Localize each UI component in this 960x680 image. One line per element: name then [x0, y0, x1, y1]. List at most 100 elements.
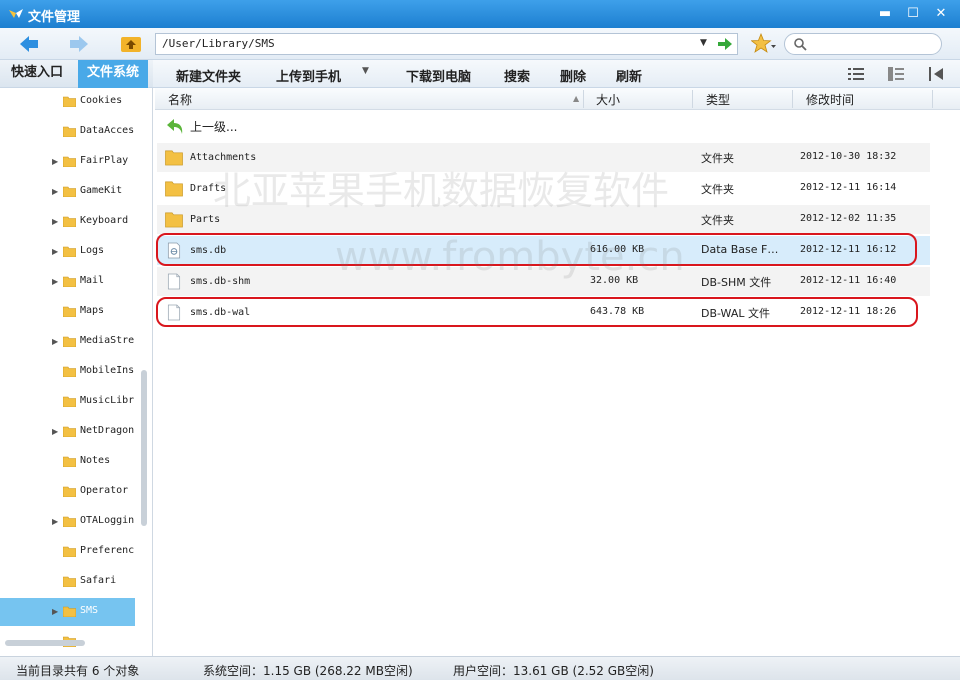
upload-dropdown-icon[interactable]: ▼ — [362, 66, 369, 76]
tree-item[interactable]: ▶ FairPlay — [0, 148, 135, 176]
tree-item[interactable]: Maps — [0, 298, 135, 326]
tree-item-label: NetDragon — [80, 425, 135, 436]
new-folder-button[interactable]: 新建文件夹 — [176, 66, 241, 85]
tree-item[interactable]: Preferenc — [0, 538, 135, 566]
path-input[interactable]: /User/Library/SMS ▼ — [155, 33, 738, 55]
tree-item[interactable]: ▶ MediaStre — [0, 328, 135, 356]
folder-icon — [63, 216, 76, 227]
favorite-star-icon[interactable] — [751, 33, 777, 55]
column-separator[interactable] — [792, 90, 793, 108]
file-type: 文件夹 — [701, 183, 734, 196]
tree-horizontal-scrollbar[interactable] — [5, 640, 85, 646]
maximize-button[interactable]: ☐ — [904, 5, 922, 23]
file-type: Data Base F… — [701, 243, 779, 256]
tree-item[interactable]: DataAcces — [0, 118, 135, 146]
column-type[interactable]: 类型 — [706, 91, 730, 108]
file-name: sms.db-wal — [190, 307, 251, 318]
tree-item-label: FairPlay — [80, 155, 129, 166]
delete-button[interactable]: 删除 — [560, 66, 586, 85]
tree-item[interactable]: ▶ GameKit — [0, 178, 135, 206]
search-input[interactable] — [784, 33, 942, 55]
tree-item[interactable]: MobileIns — [0, 358, 135, 386]
file-list: 上一级... Attachments 文件夹 2012-10-30 18:32 Dra… — [155, 110, 960, 656]
file-row[interactable]: Drafts 文件夹 2012-12-11 16:14 — [157, 174, 930, 203]
list-view-icon[interactable] — [847, 66, 865, 82]
tree-scrollbar[interactable] — [141, 370, 147, 526]
tree-item-label: MobileIns — [80, 365, 135, 376]
object-count: 当前目录共有 6 个对象 — [16, 664, 140, 678]
up-level-label: 上一级... — [190, 120, 238, 134]
folder-icon — [63, 546, 76, 557]
home-up-icon[interactable] — [120, 34, 142, 54]
tree-item-label: MediaStre — [80, 335, 135, 346]
up-level-row[interactable]: 上一级... — [155, 112, 930, 138]
minimize-button[interactable]: ▬ — [876, 5, 894, 23]
refresh-button[interactable]: 刷新 — [616, 66, 642, 85]
folder-icon — [63, 96, 76, 107]
file-name: Attachments — [190, 152, 257, 163]
folder-icon — [63, 306, 76, 317]
back-arrow-icon[interactable] — [18, 34, 40, 54]
tree-item[interactable]: ▶ Mail — [0, 268, 135, 296]
expand-arrow-icon[interactable]: ▶ — [52, 187, 58, 196]
tree-item[interactable]: ▶ Logs — [0, 238, 135, 266]
file-size: 643.78 KB — [590, 306, 645, 317]
file-row[interactable]: sms.db 616.00 KB Data Base F… 2012-12-11 16… — [157, 236, 930, 265]
column-modified[interactable]: 修改时间 — [806, 91, 854, 108]
path-text: /User/Library/SMS — [162, 37, 275, 50]
tree-item-label: OTALoggin — [80, 515, 135, 526]
download-to-pc-button[interactable]: 下载到电脑 — [406, 66, 471, 85]
tree-item[interactable]: ▶ Keyboard — [0, 208, 135, 236]
tree-item[interactable]: Notes — [0, 448, 135, 476]
expand-arrow-icon[interactable]: ▶ — [52, 427, 58, 436]
status-bar: 当前目录共有 6 个对象 系统空间：1.15 GB (268.22 MB空闲) … — [0, 656, 960, 680]
file-modified: 2012-12-11 18:26 — [800, 306, 897, 317]
column-separator[interactable] — [583, 90, 584, 108]
file-row[interactable]: Attachments 文件夹 2012-10-30 18:32 — [157, 143, 930, 172]
forward-arrow-icon[interactable] — [68, 34, 90, 54]
tab-file-system[interactable]: 文件系统 — [78, 60, 149, 88]
file-name: Parts — [190, 214, 221, 225]
column-separator[interactable] — [932, 90, 933, 108]
column-size[interactable]: 大小 — [596, 91, 620, 108]
tree-item[interactable]: Safari — [0, 568, 135, 596]
tree-item[interactable]: MusicLibr — [0, 388, 135, 416]
column-name[interactable]: 名称 — [168, 91, 192, 108]
upload-to-phone-button[interactable]: 上传到手机 — [276, 66, 341, 85]
expand-arrow-icon[interactable]: ▶ — [52, 157, 58, 166]
folder-icon — [63, 276, 76, 287]
expand-arrow-icon[interactable]: ▶ — [52, 277, 58, 286]
folder-icon — [63, 186, 76, 197]
address-bar: /User/Library/SMS ▼ — [0, 28, 960, 60]
tree-item[interactable]: ▶ NetDragon — [0, 418, 135, 446]
file-name: Drafts — [190, 183, 227, 194]
file-row[interactable]: sms.db-wal 643.78 KB DB-WAL 文件 2012-12-11 1… — [157, 298, 930, 327]
tree-item[interactable]: ▶ OTALoggin — [0, 508, 135, 536]
expand-arrow-icon[interactable]: ▶ — [52, 337, 58, 346]
file-row[interactable]: sms.db-shm 32.00 KB DB-SHM 文件 2012-12-11 16… — [157, 267, 930, 296]
close-button[interactable]: ✕ — [932, 5, 950, 23]
tree-item-label: Operator — [80, 485, 129, 496]
tree-item[interactable]: Operator — [0, 478, 135, 506]
path-dropdown-icon[interactable]: ▼ — [700, 38, 707, 48]
expand-arrow-icon[interactable]: ▶ — [52, 217, 58, 226]
expand-arrow-icon[interactable]: ▶ — [52, 247, 58, 256]
expand-arrow-icon[interactable]: ▶ — [52, 517, 58, 526]
search-icon — [794, 38, 807, 51]
tab-quick-access[interactable]: 快速入口 — [2, 60, 72, 88]
file-modified: 2012-12-02 11:35 — [800, 213, 897, 224]
folder-icon — [63, 486, 76, 497]
search-button[interactable]: 搜索 — [504, 66, 530, 85]
folder-icon — [63, 156, 76, 167]
expand-arrow-icon[interactable]: ▶ — [52, 607, 58, 616]
go-arrow-icon[interactable] — [716, 36, 734, 52]
detail-view-icon[interactable] — [887, 66, 905, 82]
column-separator[interactable] — [692, 90, 693, 108]
tree-item[interactable]: Cookies — [0, 88, 135, 116]
file-type: 文件夹 — [701, 152, 734, 165]
tree-item-label: Cookies — [80, 95, 123, 106]
tree-item[interactable]: ▶ SMS — [0, 598, 135, 626]
collapse-panel-icon[interactable] — [927, 66, 945, 82]
file-row[interactable]: Parts 文件夹 2012-12-02 11:35 — [157, 205, 930, 234]
folder-icon — [63, 126, 76, 137]
